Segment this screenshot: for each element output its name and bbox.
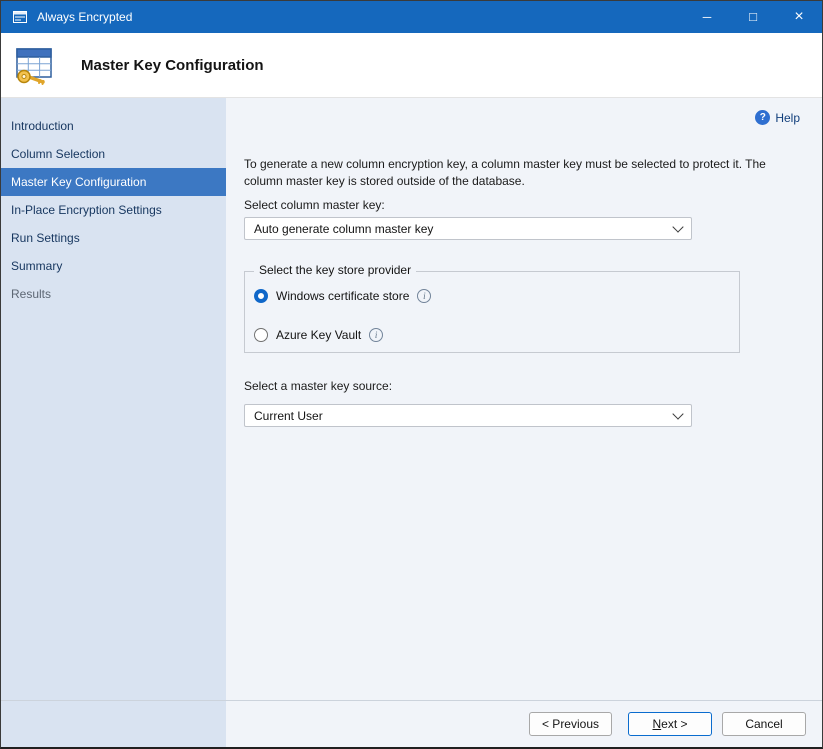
key-store-provider-group-label: Select the key store provider — [254, 263, 416, 277]
sidebar-item-master-key-configuration[interactable]: Master Key Configuration — [1, 168, 226, 196]
previous-button[interactable]: < Previous — [529, 712, 612, 736]
sidebar-item-column-selection[interactable]: Column Selection — [1, 140, 226, 168]
radio-azure-key-vault-label: Azure Key Vault — [276, 328, 361, 342]
master-key-dropdown-value: Auto generate column master key — [254, 222, 674, 236]
maximize-button[interactable]: □ — [730, 1, 776, 33]
radio-windows-certificate-store[interactable]: Windows certificate store i — [254, 289, 431, 303]
sidebar-item-summary[interactable]: Summary — [1, 252, 226, 280]
cancel-button[interactable]: Cancel — [722, 712, 806, 736]
close-icon: × — [794, 8, 803, 26]
radio-windows-certificate-store-label: Windows certificate store — [276, 289, 409, 303]
master-key-label: Select column master key: — [244, 198, 385, 212]
intro-text: To generate a new column encryption key,… — [244, 156, 796, 191]
info-icon[interactable]: i — [369, 328, 383, 342]
table-key-icon — [11, 42, 57, 88]
cancel-button-label: Cancel — [745, 717, 782, 731]
close-button[interactable]: × — [776, 1, 822, 33]
sidebar-item-results: Results — [1, 280, 226, 308]
help-icon: ? — [755, 110, 770, 125]
master-key-dropdown[interactable]: Auto generate column master key — [244, 217, 692, 240]
master-key-source-label: Select a master key source: — [244, 379, 392, 393]
chevron-down-icon — [672, 221, 683, 232]
sidebar-item-introduction[interactable]: Introduction — [1, 112, 226, 140]
master-key-source-dropdown[interactable]: Current User — [244, 404, 692, 427]
window-title: Always Encrypted — [37, 10, 132, 24]
wizard-steps-sidebar: Introduction Column Selection Master Key… — [1, 98, 226, 747]
next-button[interactable]: Next > — [628, 712, 712, 736]
maximize-icon: □ — [749, 9, 757, 24]
help-link[interactable]: ? Help — [755, 110, 800, 125]
radio-selected-icon — [254, 289, 268, 303]
chevron-down-icon — [672, 408, 683, 419]
minimize-icon: ─ — [703, 10, 712, 24]
minimize-button[interactable]: ─ — [684, 1, 730, 33]
help-label: Help — [775, 111, 800, 125]
previous-button-label: < Previous — [542, 717, 599, 731]
info-icon[interactable]: i — [417, 289, 431, 303]
main-content: ? Help To generate a new column encrypti… — [226, 98, 822, 701]
app-icon — [12, 9, 28, 25]
radio-azure-key-vault[interactable]: Azure Key Vault i — [254, 328, 383, 342]
titlebar: Always Encrypted ─ □ × — [1, 1, 822, 33]
wizard-header: Master Key Configuration — [1, 33, 822, 98]
radio-unselected-icon — [254, 328, 268, 342]
footer-button-bar: < Previous Next > Cancel — [226, 701, 822, 747]
sidebar-item-run-settings[interactable]: Run Settings — [1, 224, 226, 252]
always-encrypted-wizard-window: Always Encrypted ─ □ × Master Key Config… — [0, 0, 823, 749]
sidebar-item-in-place-encryption-settings[interactable]: In-Place Encryption Settings — [1, 196, 226, 224]
key-store-provider-group: Select the key store provider Windows ce… — [244, 271, 740, 353]
page-title: Master Key Configuration — [81, 57, 264, 74]
next-button-label: Next > — [652, 717, 687, 731]
master-key-source-dropdown-value: Current User — [254, 409, 674, 423]
